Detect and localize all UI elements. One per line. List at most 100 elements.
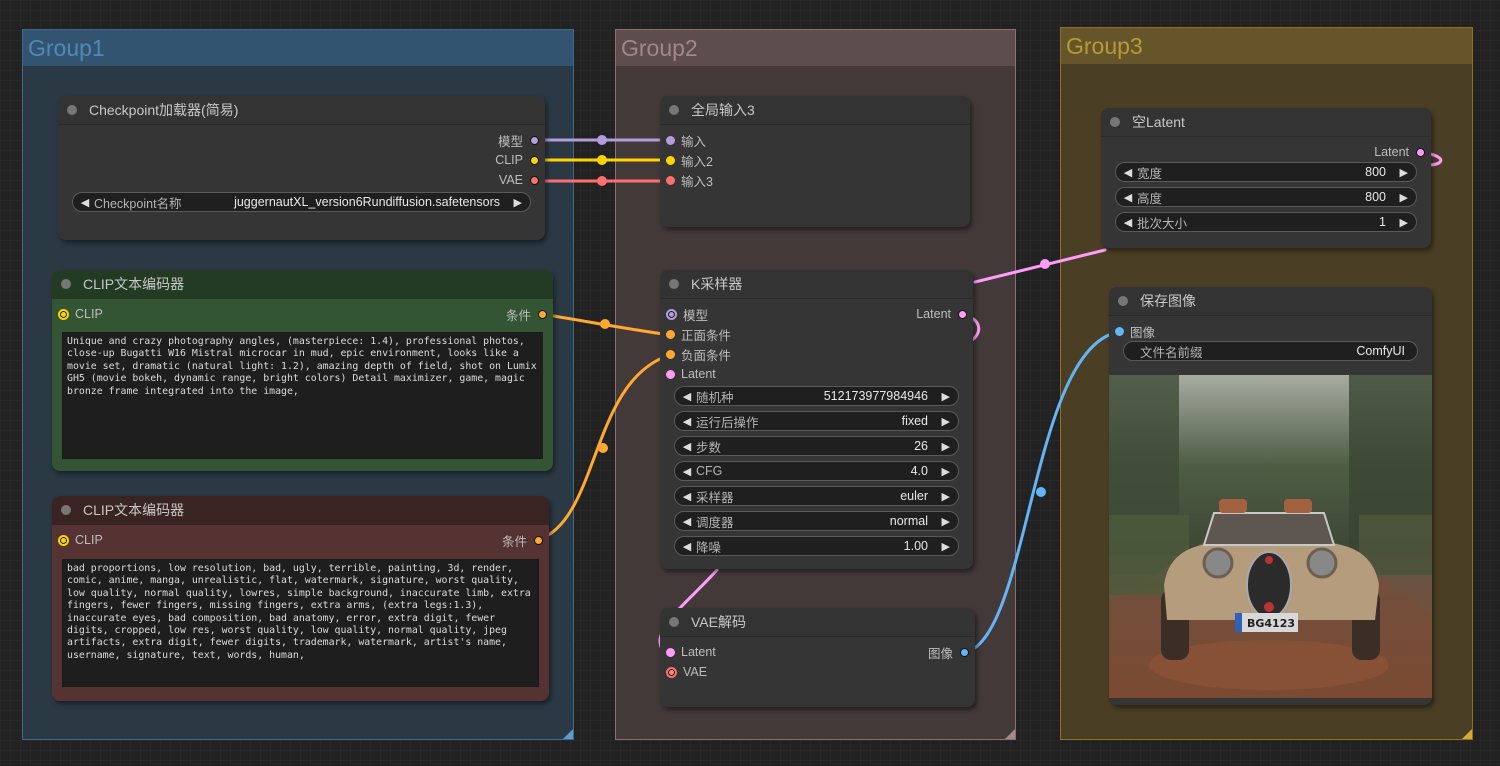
socket-clip-icon[interactable] bbox=[58, 308, 69, 320]
arrow-right-icon[interactable]: ▶ bbox=[1400, 166, 1408, 179]
resize-handle[interactable] bbox=[563, 729, 573, 739]
output-model[interactable]: 模型 bbox=[498, 130, 539, 150]
arrow-right-icon[interactable]: ▶ bbox=[942, 415, 950, 428]
input-clip[interactable]: CLIP bbox=[58, 304, 103, 324]
node-header[interactable]: VAE解码 bbox=[660, 608, 975, 637]
node-global-input[interactable]: 全局输入3 输入 输入2 输入3 bbox=[660, 96, 970, 227]
input-clip[interactable]: CLIP bbox=[58, 530, 103, 550]
arrow-left-icon[interactable]: ◀ bbox=[675, 540, 693, 553]
output-vae[interactable]: VAE bbox=[499, 170, 539, 190]
node-header[interactable]: 保存图像 bbox=[1109, 287, 1432, 316]
positive-prompt-textarea[interactable]: Unique and crazy photography angles, (ma… bbox=[62, 332, 543, 459]
arrow-left-icon[interactable]: ◀ bbox=[675, 490, 693, 503]
node-empty-latent[interactable]: 空Latent Latent ◀ 宽度 800 ▶ ◀ 高度 800 ▶ ◀ 批次大小 1 ▶ bbox=[1101, 108, 1431, 248]
height-widget[interactable]: ◀ 高度 800 ▶ bbox=[1115, 187, 1417, 207]
socket-latent-icon[interactable] bbox=[666, 647, 675, 657]
socket-model-icon[interactable] bbox=[666, 308, 677, 320]
collapse-dot-icon[interactable] bbox=[1110, 117, 1120, 127]
arrow-right-icon[interactable]: ▶ bbox=[942, 465, 950, 478]
collapse-dot-icon[interactable] bbox=[669, 279, 679, 289]
output-latent[interactable]: Latent bbox=[916, 304, 967, 324]
arrow-right-icon[interactable]: ▶ bbox=[1400, 216, 1408, 229]
collapse-dot-icon[interactable] bbox=[669, 105, 679, 115]
node-save-image[interactable]: 保存图像 图像 文件名前缀 ComfyUI BG4123 bbox=[1109, 287, 1432, 705]
arrow-right-icon[interactable]: ▶ bbox=[514, 196, 522, 209]
arrow-left-icon[interactable]: ◀ bbox=[675, 390, 693, 403]
scheduler-widget[interactable]: ◀ 调度器 normal ▶ bbox=[674, 511, 959, 531]
control-after-generate-widget[interactable]: ◀ 运行后操作 fixed ▶ bbox=[674, 411, 959, 431]
input-3[interactable]: 输入3 bbox=[666, 170, 713, 190]
socket-latent-icon[interactable] bbox=[666, 369, 675, 379]
node-checkpoint-loader[interactable]: Checkpoint加载器(简易) 模型 CLIP VAE ◀ Checkpoi… bbox=[58, 96, 545, 240]
socket-clip-icon[interactable] bbox=[666, 155, 675, 165]
node-header[interactable]: 全局输入3 bbox=[660, 96, 970, 125]
image-preview[interactable]: BG4123 bbox=[1109, 375, 1432, 698]
socket-image-icon[interactable] bbox=[1115, 326, 1124, 336]
arrow-left-icon[interactable]: ◀ bbox=[1116, 191, 1134, 204]
node-vae-decode[interactable]: VAE解码 Latent 图像 VAE bbox=[660, 608, 975, 707]
arrow-right-icon[interactable]: ▶ bbox=[942, 540, 950, 553]
resize-handle[interactable] bbox=[1462, 729, 1472, 739]
input-image[interactable]: 图像 bbox=[1115, 321, 1155, 341]
arrow-left-icon[interactable]: ◀ bbox=[1116, 166, 1134, 179]
input-positive[interactable]: 正面条件 bbox=[666, 324, 731, 344]
socket-conditioning-icon[interactable] bbox=[666, 349, 675, 359]
input-2[interactable]: 输入2 bbox=[666, 150, 713, 170]
output-latent[interactable]: Latent bbox=[1374, 142, 1425, 162]
socket-model-icon[interactable] bbox=[530, 135, 539, 145]
arrow-right-icon[interactable]: ▶ bbox=[1400, 191, 1408, 204]
output-clip[interactable]: CLIP bbox=[495, 150, 539, 170]
socket-vae-icon[interactable] bbox=[666, 666, 677, 678]
collapse-dot-icon[interactable] bbox=[1118, 296, 1128, 306]
arrow-left-icon[interactable]: ◀ bbox=[73, 196, 91, 209]
arrow-right-icon[interactable]: ▶ bbox=[942, 440, 950, 453]
node-ksampler[interactable]: K采样器 模型 Latent 正面条件 负面条件 Latent ◀ 随机种 5121… bbox=[660, 270, 973, 569]
input-model[interactable]: 模型 bbox=[666, 304, 708, 324]
socket-clip-icon[interactable] bbox=[58, 534, 69, 546]
arrow-left-icon[interactable]: ◀ bbox=[675, 440, 693, 453]
socket-vae-icon[interactable] bbox=[530, 175, 539, 185]
socket-conditioning-icon[interactable] bbox=[538, 309, 547, 319]
width-widget[interactable]: ◀ 宽度 800 ▶ bbox=[1115, 162, 1417, 182]
input-latent[interactable]: Latent bbox=[666, 364, 716, 384]
arrow-right-icon[interactable]: ▶ bbox=[942, 390, 950, 403]
arrow-left-icon[interactable]: ◀ bbox=[675, 415, 693, 428]
checkpoint-name-combo[interactable]: ◀ Checkpoint名称 juggernautXL_version6Rund… bbox=[72, 192, 531, 212]
collapse-dot-icon[interactable] bbox=[61, 279, 71, 289]
batch-size-widget[interactable]: ◀ 批次大小 1 ▶ bbox=[1115, 212, 1417, 232]
group-title[interactable]: Group1 bbox=[23, 30, 573, 66]
output-conditioning[interactable]: 条件 bbox=[502, 530, 543, 550]
collapse-dot-icon[interactable] bbox=[669, 617, 679, 627]
node-header[interactable]: CLIP文本编码器 bbox=[52, 270, 553, 299]
node-header[interactable]: K采样器 bbox=[660, 270, 973, 299]
group-title[interactable]: Group3 bbox=[1061, 28, 1472, 64]
group-title[interactable]: Group2 bbox=[616, 30, 1015, 66]
arrow-left-icon[interactable]: ◀ bbox=[675, 515, 693, 528]
node-clip-text-encode-negative[interactable]: CLIP文本编码器 CLIP 条件 bad proportions, low r… bbox=[52, 496, 549, 701]
arrow-left-icon[interactable]: ◀ bbox=[1116, 216, 1134, 229]
filename-prefix-input[interactable]: 文件名前缀 ComfyUI bbox=[1123, 341, 1418, 361]
socket-model-icon[interactable] bbox=[666, 135, 675, 145]
collapse-dot-icon[interactable] bbox=[61, 505, 71, 515]
arrow-right-icon[interactable]: ▶ bbox=[942, 515, 950, 528]
socket-conditioning-icon[interactable] bbox=[534, 535, 543, 545]
node-graph-canvas[interactable]: Group1 Group2 Group3 Checkpoint加载器(简易) 模… bbox=[0, 0, 1500, 766]
negative-prompt-textarea[interactable]: bad proportions, low resolution, bad, ug… bbox=[62, 559, 539, 687]
socket-latent-icon[interactable] bbox=[958, 309, 967, 319]
cfg-widget[interactable]: ◀ CFG 4.0 ▶ bbox=[674, 461, 959, 481]
socket-vae-icon[interactable] bbox=[666, 175, 675, 185]
output-conditioning[interactable]: 条件 bbox=[506, 304, 547, 324]
input-1[interactable]: 输入 bbox=[666, 130, 706, 150]
sampler-widget[interactable]: ◀ 采样器 euler ▶ bbox=[674, 486, 959, 506]
collapse-dot-icon[interactable] bbox=[67, 105, 77, 115]
arrow-right-icon[interactable]: ▶ bbox=[942, 490, 950, 503]
socket-image-icon[interactable] bbox=[960, 647, 969, 657]
arrow-left-icon[interactable]: ◀ bbox=[675, 465, 693, 478]
output-image[interactable]: 图像 bbox=[928, 642, 969, 662]
denoise-widget[interactable]: ◀ 降噪 1.00 ▶ bbox=[674, 536, 959, 556]
node-header[interactable]: Checkpoint加载器(简易) bbox=[58, 96, 545, 125]
node-clip-text-encode-positive[interactable]: CLIP文本编码器 CLIP 条件 Unique and crazy photo… bbox=[52, 270, 553, 471]
socket-latent-icon[interactable] bbox=[1416, 147, 1425, 157]
socket-clip-icon[interactable] bbox=[530, 155, 539, 165]
socket-conditioning-icon[interactable] bbox=[666, 329, 675, 339]
